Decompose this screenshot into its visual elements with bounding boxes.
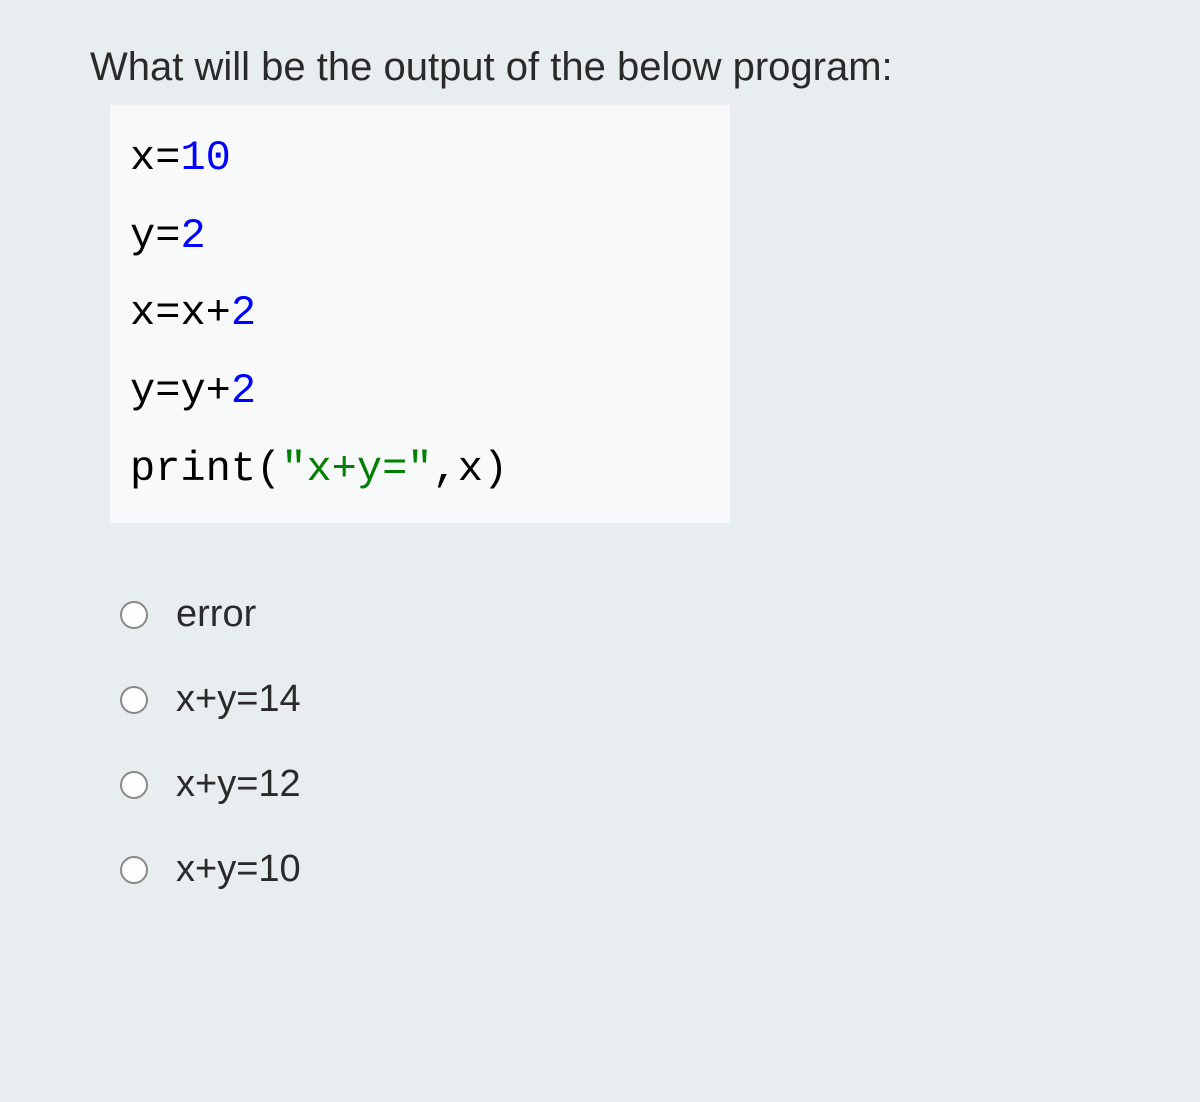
code-line-2: y=2	[130, 198, 710, 276]
option-label-3: x+y=10	[176, 848, 301, 891]
radio-option-1[interactable]	[120, 686, 148, 714]
option-label-2: x+y=12	[176, 763, 301, 806]
code-line-5: print("x+y=",x)	[130, 431, 710, 509]
option-row-1: x+y=14	[120, 678, 1110, 721]
code-line-1: x=10	[130, 120, 710, 198]
code-line-3: x=x+2	[130, 275, 710, 353]
question-text: What will be the output of the below pro…	[90, 45, 1110, 90]
radio-option-0[interactable]	[120, 601, 148, 629]
option-row-3: x+y=10	[120, 848, 1110, 891]
code-line-4: y=y+2	[130, 353, 710, 431]
code-block: x=10 y=2 x=x+2 y=y+2 print("x+y=",x)	[110, 105, 730, 523]
option-label-0: error	[176, 593, 256, 636]
options-group: error x+y=14 x+y=12 x+y=10	[120, 593, 1110, 891]
option-row-0: error	[120, 593, 1110, 636]
radio-option-3[interactable]	[120, 856, 148, 884]
option-label-1: x+y=14	[176, 678, 301, 721]
option-row-2: x+y=12	[120, 763, 1110, 806]
question-container: What will be the output of the below pro…	[50, 30, 1150, 948]
radio-option-2[interactable]	[120, 771, 148, 799]
